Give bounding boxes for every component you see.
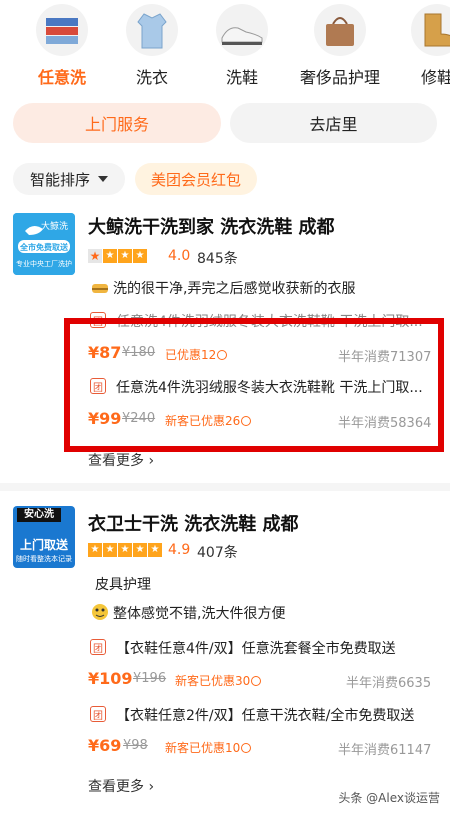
category-luxury-care[interactable]: 奢侈品护理 [295, 0, 385, 88]
original-price: ¥98 [123, 738, 148, 753]
star-icon: ★ [103, 543, 117, 557]
category-laundry[interactable]: 洗衣 [107, 0, 197, 88]
logo-brand: 大鲸洗 [41, 222, 69, 232]
sort-dropdown[interactable]: 智能排序 [13, 163, 125, 195]
watermark: 头条 @Alex谈运营 [338, 791, 440, 805]
group-buy-badge: 团 [90, 639, 106, 655]
deal-title[interactable]: 【衣鞋任意4件/双】任意洗套餐全市免费取送 [116, 638, 442, 658]
original-price: ¥196 [133, 671, 167, 686]
tab-door-service[interactable]: 上门服务 [13, 103, 221, 143]
star-icon: ★ [133, 249, 147, 263]
boot-icon [411, 4, 450, 56]
service-tag: 皮具护理 [95, 577, 151, 593]
emoji-face-icon [92, 604, 108, 620]
see-more-label: 查看更多 [88, 779, 144, 795]
star-icon: ★ [118, 543, 132, 557]
star-empty-icon: ★ [88, 249, 102, 263]
discount-tag: 新客已优惠30 [175, 672, 262, 689]
logo-line2: 随时看整洗本记录 [16, 555, 72, 563]
shirts-stack-icon [36, 4, 88, 56]
review-snippet: 洗的很干净,弄完之后感觉收获新的衣服 [113, 281, 356, 297]
category-label: 修鞋 [420, 68, 450, 87]
half-year-sales: 半年消费61147 [338, 743, 432, 758]
shirt-icon [126, 4, 178, 56]
chevron-right-icon: › [148, 453, 155, 469]
category-shoe-repair[interactable]: 修鞋 [392, 0, 450, 88]
star-rating: ★ ★ ★ ★ ★ [88, 249, 147, 263]
review-snippet: 整体感觉不错,洗大件很方便 [113, 606, 286, 622]
shop-logo[interactable]: 安心洗 上门取送 随时看整洗本记录 [13, 506, 75, 568]
discount-tag: 新客已优惠10 [165, 739, 252, 756]
deal-price: ¥109 [88, 669, 133, 688]
divider [0, 483, 450, 491]
discount-text: 新客已优惠10 [165, 741, 241, 755]
caret-down-icon [98, 176, 108, 182]
see-more-link[interactable]: 查看更多 › [88, 776, 154, 796]
category-label: 洗衣 [135, 68, 168, 87]
deal-price: ¥69 [88, 736, 122, 755]
tab-go-to-store[interactable]: 去店里 [230, 103, 437, 143]
food-icon [92, 284, 108, 293]
sort-label: 智能排序 [29, 170, 90, 189]
shop-name[interactable]: 衣卫士干洗 洗衣洗鞋 成都 [88, 510, 299, 536]
star-icon: ★ [148, 543, 162, 557]
deal-title[interactable]: 【衣鞋任意2件/双】任意干洗衣鞋/全市免费取送 [116, 705, 442, 725]
info-icon [251, 676, 262, 686]
shop-logo[interactable]: 大鲸洗 全市免费取送 专业中央工厂洗护 [13, 213, 75, 275]
category-row: 任意洗 洗衣 洗鞋 奢侈品护理 修鞋 [0, 0, 450, 100]
sneaker-icon [216, 4, 268, 56]
category-anywash[interactable]: 任意洗 [17, 0, 107, 88]
half-year-sales: 半年消费6635 [346, 676, 432, 691]
star-icon: ★ [133, 543, 147, 557]
highlight-box [64, 318, 444, 452]
info-icon [241, 743, 252, 753]
handbag-icon [314, 4, 366, 56]
chevron-right-icon: › [148, 779, 155, 795]
logo-line2: 专业中央工厂洗护 [16, 260, 72, 268]
review-count[interactable]: 407条 [197, 542, 238, 562]
star-rating: ★ ★ ★ ★ ★ [88, 543, 162, 557]
group-buy-badge: 团 [90, 706, 106, 722]
logo-brand: 安心洗 [17, 508, 61, 522]
category-shoes[interactable]: 洗鞋 [197, 0, 287, 88]
category-label: 奢侈品护理 [299, 68, 380, 87]
star-icon: ★ [88, 543, 102, 557]
star-icon: ★ [118, 249, 132, 263]
rating-score: 4.9 [168, 542, 191, 558]
category-label: 任意洗 [37, 68, 86, 87]
logo-line1: 全市免费取送 [20, 243, 68, 252]
see-more-link[interactable]: 查看更多 › [88, 450, 154, 470]
shop-name[interactable]: 大鲸洗干洗到家 洗衣洗鞋 成都 [88, 213, 335, 239]
rating-score: 4.0 [168, 248, 191, 264]
star-icon: ★ [103, 249, 117, 263]
logo-line1: 上门取送 [19, 538, 68, 552]
see-more-label: 查看更多 [88, 453, 144, 469]
discount-text: 新客已优惠30 [175, 674, 251, 688]
member-coupon-filter[interactable]: 美团会员红包 [135, 163, 257, 195]
review-count[interactable]: 845条 [197, 248, 238, 268]
category-label: 洗鞋 [225, 68, 258, 87]
